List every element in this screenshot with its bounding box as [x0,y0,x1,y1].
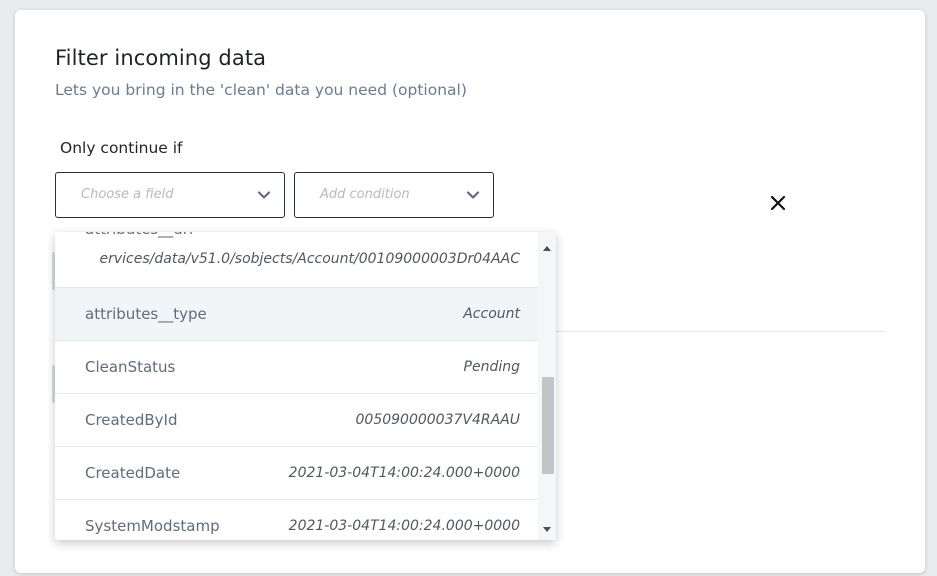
dropdown-scrollbar[interactable] [538,232,556,540]
option-value: Pending [463,359,520,375]
add-condition-select[interactable]: Add condition [294,172,494,218]
choose-field-placeholder: Choose a field [81,187,174,202]
add-condition-placeholder: Add condition [320,187,410,202]
dropdown-option[interactable]: CreatedDate 2021-03-04T14:00:24.000+0000 [55,447,538,500]
filter-card: Filter incoming data Lets you bring in t… [15,10,925,573]
field-dropdown: attributes__url ervices/data/v51.0/sobje… [55,232,556,540]
condition-label: Only continue if [60,139,183,157]
dropdown-option[interactable]: CleanStatus Pending [55,341,538,394]
option-key: attributes__url [85,232,193,238]
dropdown-option[interactable]: attributes__type Account [55,288,538,341]
option-key: CleanStatus [85,358,176,376]
choose-field-select[interactable]: Choose a field [55,172,285,218]
option-key: attributes__type [85,305,207,323]
scroll-down-arrow-icon[interactable] [543,527,551,532]
option-key: CreatedById [85,411,178,429]
chevron-down-icon [257,191,271,199]
scroll-thumb[interactable] [542,377,554,474]
option-key: SystemModstamp [85,517,220,535]
field-dropdown-list: attributes__url ervices/data/v51.0/sobje… [55,232,538,540]
option-value: 005090000037V4RAAU [355,412,521,428]
close-icon[interactable] [767,192,789,214]
dropdown-option[interactable]: attributes__url ervices/data/v51.0/sobje… [55,232,538,288]
dropdown-option[interactable]: SystemModstamp 2021-03-04T14:00:24.000+0… [55,500,538,540]
option-value: Account [463,306,520,322]
option-value: 2021-03-04T14:00:24.000+0000 [288,518,520,534]
page-title: Filter incoming data [55,46,267,70]
option-value: ervices/data/v51.0/sobjects/Account/0010… [99,251,521,267]
option-key: CreatedDate [85,464,181,482]
option-value: 2021-03-04T14:00:24.000+0000 [288,465,520,481]
scroll-up-arrow-icon[interactable] [543,246,551,251]
chevron-down-icon [466,191,480,199]
divider [553,331,884,332]
page-subtitle: Lets you bring in the 'clean' data you n… [55,81,467,99]
dropdown-option[interactable]: CreatedById 005090000037V4RAAU [55,394,538,447]
